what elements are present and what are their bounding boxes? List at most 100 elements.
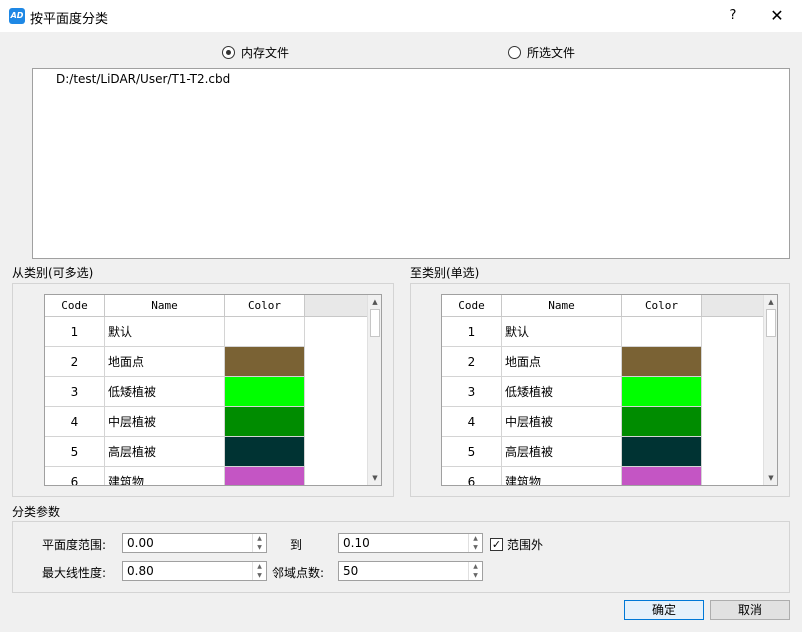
window-title: 按平面度分类: [30, 12, 109, 27]
column-header-color[interactable]: Color: [622, 295, 702, 317]
params-group: [12, 521, 790, 593]
flatness-min-value: 0.00: [127, 536, 154, 550]
color-swatch[interactable]: [225, 377, 305, 407]
name-cell: 低矮植被: [502, 377, 622, 407]
table-row[interactable]: 5 高层植被: [442, 437, 764, 467]
table-row[interactable]: 5 高层植被: [45, 437, 367, 467]
scroll-up-icon[interactable]: ▲: [764, 295, 777, 309]
memory-file-label: 内存文件: [241, 46, 290, 60]
max-linearity-input[interactable]: 0.80 ▲ ▼: [122, 561, 267, 581]
table-row[interactable]: 4 中层植被: [442, 407, 764, 437]
code-cell: 1: [45, 317, 105, 347]
name-cell: 建筑物: [502, 467, 622, 485]
spin-down-icon[interactable]: ▼: [253, 543, 266, 552]
name-cell: 默认: [105, 317, 225, 347]
table-row[interactable]: 2 地面点: [442, 347, 764, 377]
app-logo-icon: AD: [9, 8, 25, 24]
memory-file-radio[interactable]: 内存文件: [222, 44, 289, 61]
flatness-max-input[interactable]: 0.10 ▲ ▼: [338, 533, 483, 553]
color-swatch[interactable]: [225, 317, 305, 347]
selected-file-label: 所选文件: [527, 46, 576, 60]
code-cell: 4: [45, 407, 105, 437]
table-row[interactable]: 3 低矮植被: [45, 377, 367, 407]
spin-up-icon[interactable]: ▲: [469, 562, 482, 571]
check-icon: ✓: [490, 538, 503, 551]
spin-up-icon[interactable]: ▲: [253, 534, 266, 543]
table-row[interactable]: 2 地面点: [45, 347, 367, 377]
file-list[interactable]: D:/test/LiDAR/User/T1-T2.cbd: [32, 68, 790, 259]
file-list-item[interactable]: D:/test/LiDAR/User/T1-T2.cbd: [56, 72, 230, 86]
code-cell: 3: [442, 377, 502, 407]
color-swatch[interactable]: [225, 347, 305, 377]
table-row[interactable]: 4 中层植被: [45, 407, 367, 437]
table-row[interactable]: 3 低矮植被: [442, 377, 764, 407]
color-swatch[interactable]: [225, 407, 305, 437]
column-header-code[interactable]: Code: [442, 295, 502, 317]
scroll-thumb[interactable]: [370, 309, 380, 337]
scroll-thumb[interactable]: [766, 309, 776, 337]
code-cell: 5: [45, 437, 105, 467]
selected-file-radio[interactable]: 所选文件: [508, 44, 575, 61]
from-category-table[interactable]: Code Name Color 1 默认 2 地面点 3 低矮植被 4 中层植被 5 高层植被 6 建筑物 …: [44, 294, 382, 486]
help-button[interactable]: ?: [720, 4, 746, 28]
neighbor-count-value: 50: [343, 564, 359, 578]
radio-unchecked-icon: [508, 46, 521, 59]
color-swatch[interactable]: [622, 437, 702, 467]
name-cell: 地面点: [105, 347, 225, 377]
column-header-code[interactable]: Code: [45, 295, 105, 317]
color-swatch[interactable]: [225, 467, 305, 485]
scroll-down-icon[interactable]: ▼: [764, 471, 777, 485]
name-cell: 高层植被: [502, 437, 622, 467]
name-cell: 中层植被: [502, 407, 622, 437]
table-row[interactable]: 1 默认: [45, 317, 367, 347]
flatness-min-input[interactable]: 0.00 ▲ ▼: [122, 533, 267, 553]
dialog-body: 内存文件 所选文件 D:/test/LiDAR/User/T1-T2.cbd 从…: [0, 32, 802, 632]
color-swatch[interactable]: [622, 347, 702, 377]
table-row[interactable]: 1 默认: [442, 317, 764, 347]
from-category-group: Code Name Color 1 默认 2 地面点 3 低矮植被 4 中层植被 5 高层植被 6 建筑物 …: [12, 283, 394, 497]
color-swatch[interactable]: [622, 377, 702, 407]
name-cell: 默认: [502, 317, 622, 347]
scroll-up-icon[interactable]: ▲: [368, 295, 381, 309]
scroll-down-icon[interactable]: ▼: [368, 471, 381, 485]
max-linearity-label: 最大线性度:: [42, 566, 107, 580]
table-row[interactable]: 6 建筑物: [45, 467, 367, 485]
spin-down-icon[interactable]: ▼: [469, 571, 482, 580]
spin-down-icon[interactable]: ▼: [469, 543, 482, 552]
to-category-table[interactable]: Code Name Color 1 默认 2 地面点 3 低矮植被 4 中层植被 5 高层植被 6 建筑物 …: [441, 294, 778, 486]
to-label: 到: [290, 538, 303, 552]
color-swatch[interactable]: [622, 467, 702, 485]
max-linearity-value: 0.80: [127, 564, 154, 578]
outside-range-checkbox[interactable]: ✓ 范围外: [490, 536, 543, 553]
outside-range-label: 范围外: [507, 538, 544, 552]
cancel-button[interactable]: 取消: [710, 600, 790, 620]
color-swatch[interactable]: [225, 437, 305, 467]
code-cell: 6: [442, 467, 502, 485]
table-row[interactable]: 6 建筑物: [442, 467, 764, 485]
code-cell: 6: [45, 467, 105, 485]
from-table-scrollbar[interactable]: ▲ ▼: [367, 295, 381, 485]
from-category-label: 从类别(可多选): [12, 266, 94, 280]
column-header-name[interactable]: Name: [105, 295, 225, 317]
table-header: Code Name Color: [442, 295, 764, 317]
code-cell: 4: [442, 407, 502, 437]
color-swatch[interactable]: [622, 407, 702, 437]
name-cell: 建筑物: [105, 467, 225, 485]
neighbor-count-input[interactable]: 50 ▲ ▼: [338, 561, 483, 581]
spin-down-icon[interactable]: ▼: [253, 571, 266, 580]
name-cell: 高层植被: [105, 437, 225, 467]
radio-checked-icon: [222, 46, 235, 59]
spin-up-icon[interactable]: ▲: [253, 562, 266, 571]
name-cell: 地面点: [502, 347, 622, 377]
column-header-color[interactable]: Color: [225, 295, 305, 317]
color-swatch[interactable]: [622, 317, 702, 347]
ok-button[interactable]: 确定: [624, 600, 704, 620]
title-bar: AD 按平面度分类 ? ✕: [0, 0, 802, 32]
spin-up-icon[interactable]: ▲: [469, 534, 482, 543]
to-table-scrollbar[interactable]: ▲ ▼: [763, 295, 777, 485]
flatness-range-label: 平面度范围:: [42, 538, 107, 552]
close-button[interactable]: ✕: [764, 4, 790, 28]
params-section-label: 分类参数: [12, 505, 61, 519]
code-cell: 5: [442, 437, 502, 467]
column-header-name[interactable]: Name: [502, 295, 622, 317]
